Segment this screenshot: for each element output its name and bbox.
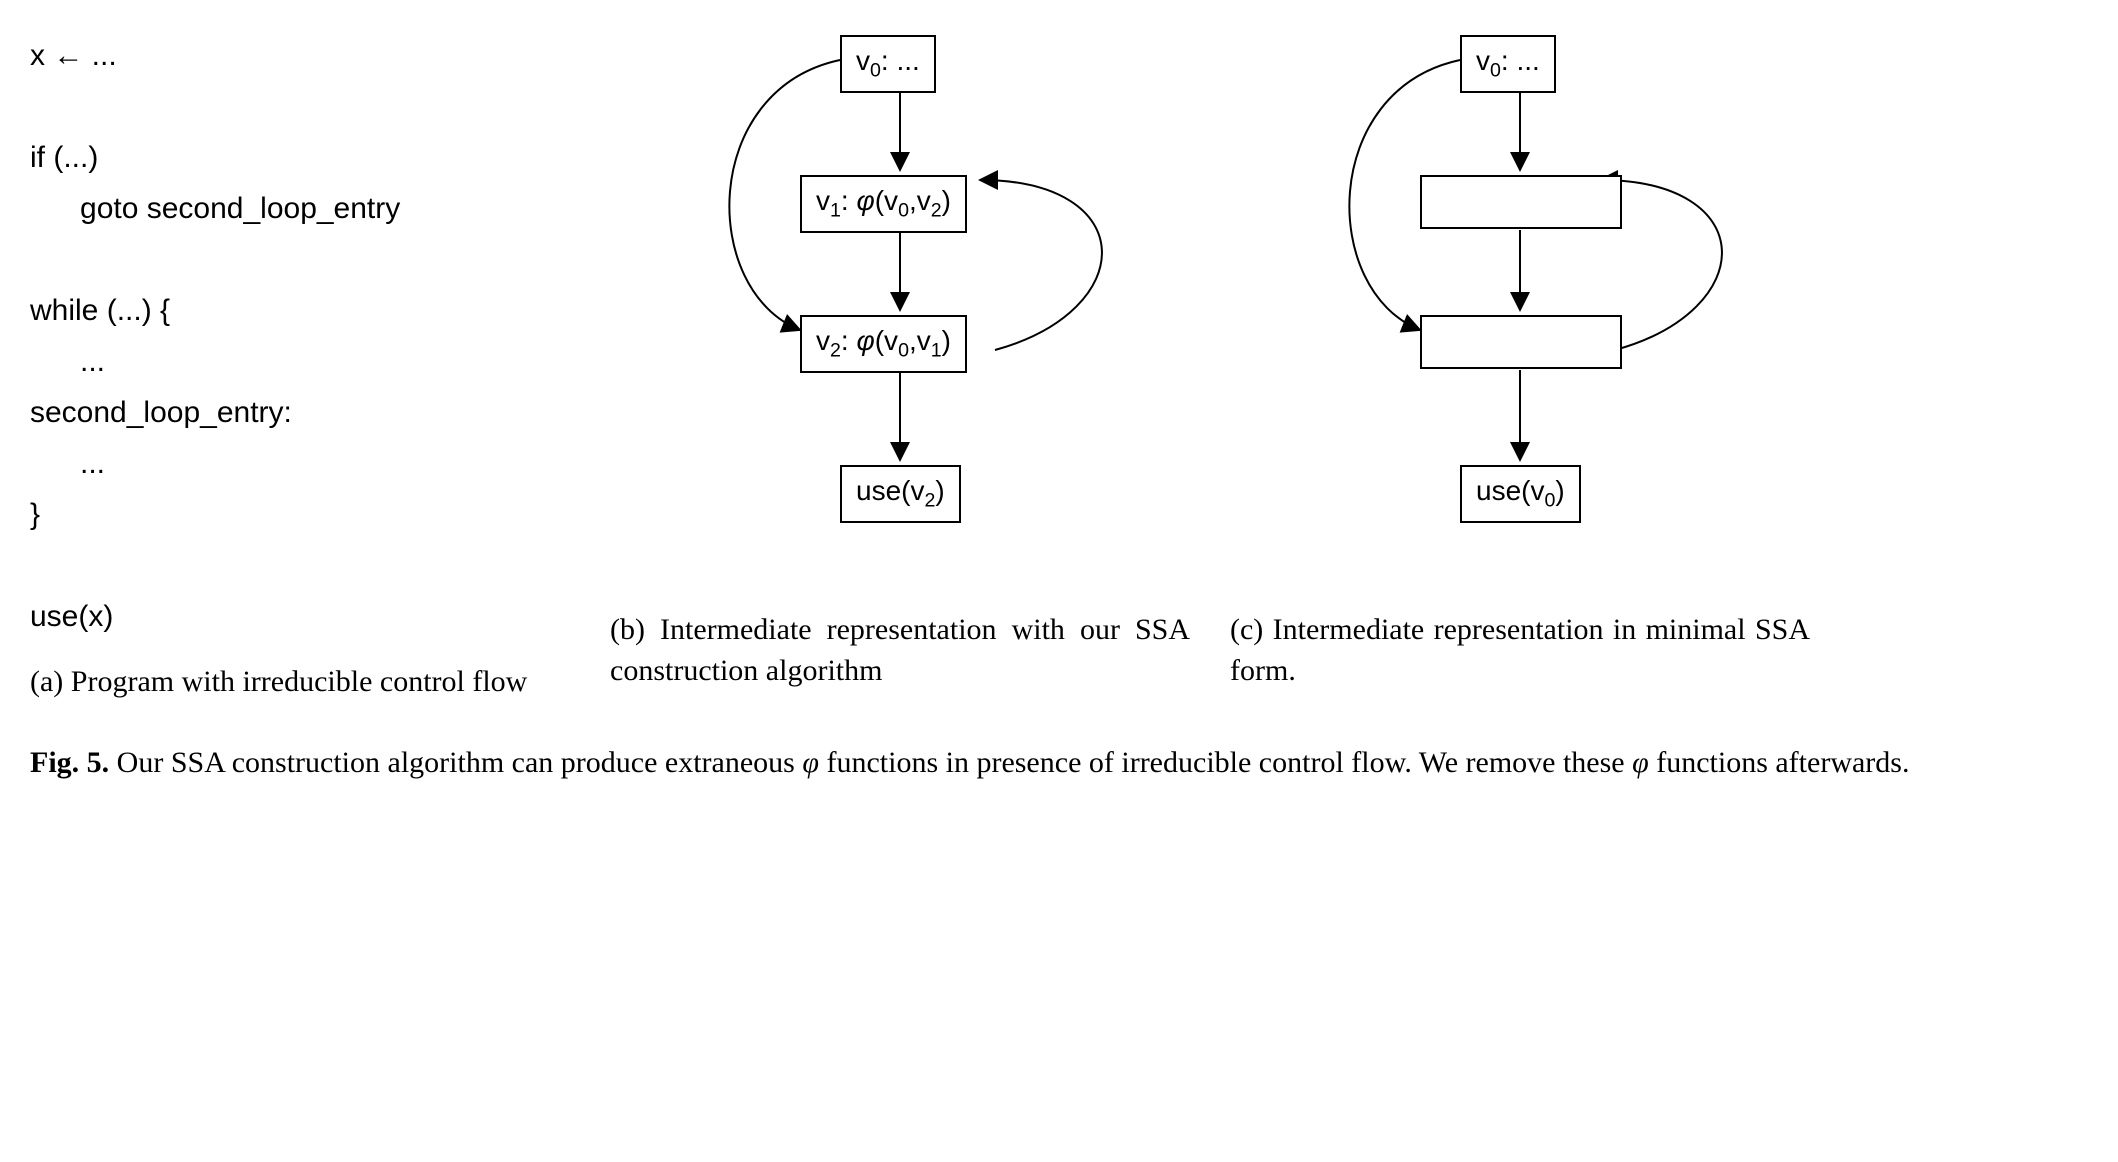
txt: :: [841, 185, 857, 216]
phi: φ: [856, 185, 874, 216]
txt: ,v: [909, 185, 931, 216]
txt: :: [841, 325, 857, 356]
node-b-v1: v1: φ(v0,v2): [800, 175, 967, 233]
txt: use(v: [856, 475, 924, 506]
main-caption: Fig. 5. Our SSA construction algorithm c…: [30, 743, 2088, 784]
sub: 2: [931, 200, 942, 222]
txt: (v: [875, 185, 898, 216]
sub: 0: [870, 60, 881, 82]
sub: 0: [1490, 60, 1501, 82]
node-b-v0: v0: ...: [840, 35, 936, 93]
fig-label: Fig. 5.: [30, 746, 109, 779]
phi: φ: [802, 746, 819, 779]
txt: v: [1476, 45, 1490, 76]
sub: 0: [898, 200, 909, 222]
node-b-v2: v2: φ(v0,v1): [800, 315, 967, 373]
panel-c: v0: ... use(v0) (c) Intermediate represe…: [1230, 30, 1810, 691]
txt: ): [1555, 475, 1564, 506]
txt: ): [942, 325, 951, 356]
node-c-empty1: [1420, 175, 1622, 229]
panel-a: x ← ... if (...) goto second_loop_entry …: [30, 30, 570, 703]
code-line: use(x): [30, 600, 113, 633]
code-line: goto second_loop_entry: [30, 192, 400, 225]
code-listing: x ← ... if (...) goto second_loop_entry …: [30, 30, 570, 642]
txt: functions afterwards.: [1649, 746, 1910, 779]
txt: ): [935, 475, 944, 506]
txt: : ...: [881, 45, 920, 76]
code-line: x ← ...: [30, 39, 117, 72]
txt: : ...: [1501, 45, 1540, 76]
diagram-b: v0: ... v1: φ(v0,v2) v2: φ(v0,v1) use(v2…: [610, 30, 1190, 590]
code-line: second_loop_entry:: [30, 396, 292, 429]
code-line: ...: [30, 447, 105, 480]
sub: 2: [924, 490, 935, 512]
code-line: ...: [30, 345, 105, 378]
figure-row: x ← ... if (...) goto second_loop_entry …: [30, 30, 2088, 703]
txt: functions in presence of irreducible con…: [819, 746, 1632, 779]
code-line: }: [30, 498, 40, 531]
txt: ,v: [909, 325, 931, 356]
txt: ): [942, 185, 951, 216]
node-b-use: use(v2): [840, 465, 961, 523]
phi: φ: [856, 325, 874, 356]
txt: use(v: [1476, 475, 1544, 506]
diagram-c: v0: ... use(v0): [1230, 30, 1810, 590]
node-c-empty2: [1420, 315, 1622, 369]
sub: 2: [830, 340, 841, 362]
txt: v: [856, 45, 870, 76]
sub: 1: [931, 340, 942, 362]
code-line: while (...) {: [30, 294, 170, 327]
txt: (v: [875, 325, 898, 356]
caption-a: (a) Program with irreducible control flo…: [30, 662, 570, 703]
caption-c: (c) Intermediate representation in minim…: [1230, 610, 1810, 691]
sub: 1: [830, 200, 841, 222]
txt: v: [816, 185, 830, 216]
txt: Our SSA construction algorithm can produ…: [109, 746, 802, 779]
sub: 0: [1544, 490, 1555, 512]
txt: v: [816, 325, 830, 356]
caption-b: (b) Intermediate representation with our…: [610, 610, 1190, 691]
code-line: if (...): [30, 141, 98, 174]
sub: 0: [898, 340, 909, 362]
panel-b: v0: ... v1: φ(v0,v2) v2: φ(v0,v1) use(v2…: [610, 30, 1190, 691]
node-c-use: use(v0): [1460, 465, 1581, 523]
phi: φ: [1632, 746, 1649, 779]
node-c-v0: v0: ...: [1460, 35, 1556, 93]
